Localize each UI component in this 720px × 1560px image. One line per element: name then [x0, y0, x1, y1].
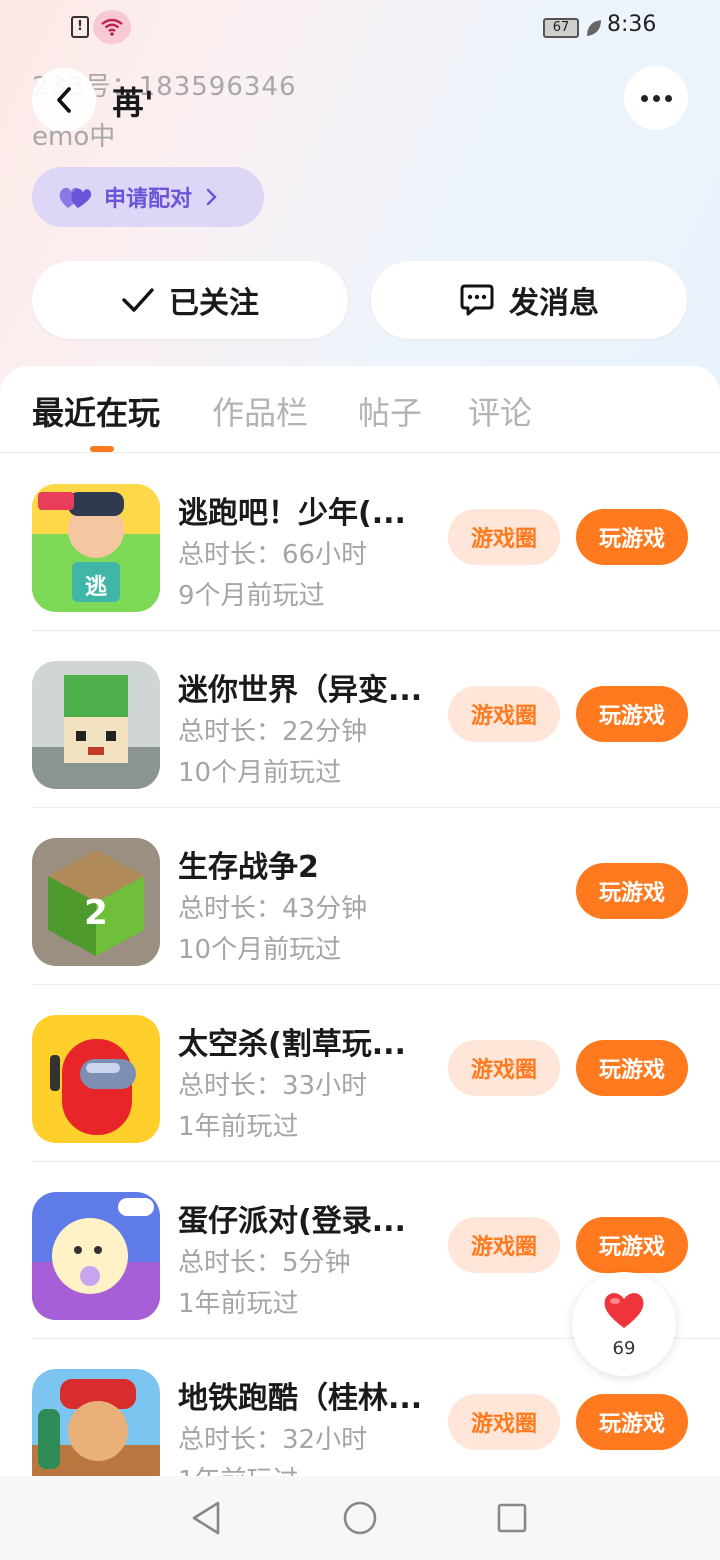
more-button[interactable]: [624, 66, 688, 130]
like-count: 69: [612, 1338, 636, 1359]
profile-screen: ! 67 8:36 233号：183596346 苒' emo中 申请配对 已关…: [0, 0, 720, 1560]
game-last-played: 9个月前玩过: [178, 581, 325, 611]
game-circle-button[interactable]: 游戏圈: [448, 509, 560, 565]
game-circle-button[interactable]: 游戏圈: [448, 1217, 560, 1273]
game-duration: 总时长：66小时: [178, 540, 368, 570]
follow-label: 已关注: [169, 286, 259, 321]
play-game-button[interactable]: 玩游戏: [576, 1217, 688, 1273]
system-navigation-bar: [0, 1476, 720, 1560]
game-duration: 总时长：5分钟: [178, 1248, 351, 1278]
game-title: 地铁跑酷（桂林...: [178, 1381, 423, 1416]
game-title: 逃跑吧！少年(...: [178, 496, 406, 531]
game-icon-escape: 逃: [32, 484, 160, 612]
triangle-back-icon: [192, 1501, 220, 1535]
game-row[interactable]: 太空杀(割草玩... 总时长：33小时 1年前玩过 游戏圈 玩游戏: [32, 985, 720, 1162]
alert-icon: !: [71, 16, 89, 38]
status-bar: ! 67 8:36: [0, 0, 720, 56]
game-circle-button[interactable]: 游戏圈: [448, 686, 560, 742]
game-duration: 总时长：33小时: [178, 1071, 368, 1101]
game-row[interactable]: 逃 逃跑吧！少年(... 总时长：66小时 9个月前玩过 游戏圈 玩游戏: [32, 454, 720, 631]
game-last-played: 10个月前玩过: [178, 935, 342, 965]
game-last-played: 1年前玩过: [178, 1289, 299, 1319]
message-button[interactable]: 发消息: [371, 261, 687, 339]
follow-button[interactable]: 已关注: [32, 261, 348, 339]
pair-request-label: 申请配对: [104, 187, 193, 212]
play-game-button[interactable]: 玩游戏: [576, 1394, 688, 1450]
game-icon-eggy-party: [32, 1192, 160, 1320]
play-game-button[interactable]: 玩游戏: [576, 509, 688, 565]
chevron-left-icon: [57, 87, 71, 113]
tab-works[interactable]: 作品栏: [212, 388, 308, 434]
status-time: 8:36: [607, 12, 657, 37]
game-icon-mini-world: [32, 661, 160, 789]
wifi-icon: [93, 10, 131, 44]
like-button[interactable]: 69: [572, 1272, 676, 1376]
nav-recent-button[interactable]: [492, 1498, 532, 1538]
circle-home-icon: [343, 1501, 377, 1535]
game-duration: 总时长：32小时: [178, 1425, 368, 1455]
chevron-right-icon: [206, 188, 217, 206]
nav-home-button[interactable]: [340, 1498, 380, 1538]
more-dot-icon: [640, 94, 648, 102]
game-title: 蛋仔派对(登录...: [178, 1204, 406, 1239]
game-row[interactable]: 2 生存战争2 总时长：43分钟 10个月前玩过 玩游戏: [32, 808, 720, 985]
game-last-played: 10个月前玩过: [178, 758, 342, 788]
more-dot-icon: [664, 94, 672, 102]
game-title: 迷你世界（异变...: [178, 673, 423, 708]
tab-comments[interactable]: 评论: [468, 388, 532, 434]
tab-posts[interactable]: 帖子: [358, 388, 422, 434]
message-label: 发消息: [509, 286, 599, 321]
play-game-button[interactable]: 玩游戏: [576, 863, 688, 919]
heart-pair-icon: [59, 187, 92, 208]
chat-bubble-icon: [460, 284, 494, 316]
game-icon-label: 逃: [85, 575, 108, 600]
nav-back-button[interactable]: [186, 1498, 226, 1538]
user-status: emo中: [32, 122, 116, 152]
user-name: 苒': [112, 84, 154, 122]
game-row[interactable]: 迷你世界（异变... 总时长：22分钟 10个月前玩过 游戏圈 玩游戏: [32, 631, 720, 808]
game-icon-space-kill: [32, 1015, 160, 1143]
game-icon-survivalcraft: 2: [32, 838, 160, 966]
square-recent-icon: [497, 1503, 527, 1533]
battery-icon: 67: [543, 18, 579, 38]
game-title: 生存战争2: [178, 850, 319, 885]
tab-recent-played[interactable]: 最近在玩: [32, 388, 160, 434]
heart-icon: [604, 1293, 644, 1328]
game-last-played: 1年前玩过: [178, 1112, 299, 1142]
game-title: 太空杀(割草玩...: [178, 1027, 406, 1062]
leaf-icon: [585, 18, 603, 42]
game-duration: 总时长：43分钟: [178, 894, 368, 924]
game-circle-button[interactable]: 游戏圈: [448, 1040, 560, 1096]
play-game-button[interactable]: 玩游戏: [576, 686, 688, 742]
game-icon-label: 2: [84, 893, 108, 933]
game-circle-button[interactable]: 游戏圈: [448, 1394, 560, 1450]
pair-request-button[interactable]: 申请配对: [32, 167, 264, 227]
check-icon: [122, 288, 154, 312]
more-dot-icon: [652, 94, 660, 102]
tabs-divider: [0, 452, 720, 453]
game-duration: 总时长：22分钟: [178, 717, 368, 747]
play-game-button[interactable]: 玩游戏: [576, 1040, 688, 1096]
